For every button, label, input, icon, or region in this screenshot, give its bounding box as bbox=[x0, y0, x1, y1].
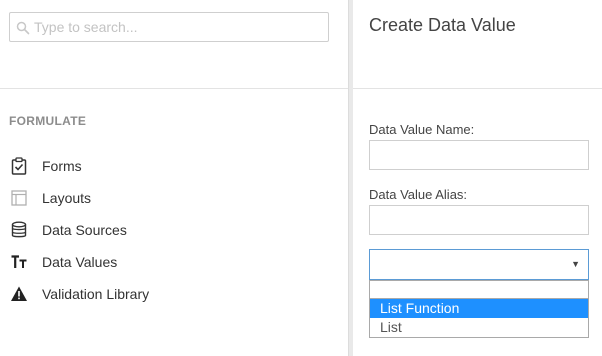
sidebar-item-data-values[interactable]: Data Values bbox=[0, 246, 348, 278]
clipboard-check-icon bbox=[9, 156, 29, 176]
type-select[interactable]: ▼ bbox=[369, 249, 589, 280]
text-size-icon bbox=[9, 252, 29, 272]
data-value-alias-label: Data Value Alias: bbox=[369, 187, 468, 202]
sidebar-item-label: Validation Library bbox=[42, 286, 150, 302]
data-value-name-label: Data Value Name: bbox=[369, 122, 475, 137]
page-title: Create Data Value bbox=[369, 15, 516, 35]
left-panel: FORMULATE Forms Layouts bbox=[0, 0, 348, 356]
sidebar-item-layouts[interactable]: Layouts bbox=[0, 182, 348, 214]
caret-down-icon: ▼ bbox=[571, 259, 580, 269]
dropdown-filter-input[interactable] bbox=[370, 280, 588, 299]
data-value-name-input[interactable] bbox=[369, 140, 589, 170]
sidebar-nav: Forms Layouts Data Sources Data Values V… bbox=[0, 150, 348, 310]
sidebar-item-data-sources[interactable]: Data Sources bbox=[0, 214, 348, 246]
layout-icon bbox=[9, 188, 29, 208]
data-value-alias-input[interactable] bbox=[369, 205, 589, 235]
sidebar-item-validation-library[interactable]: Validation Library bbox=[0, 278, 348, 310]
database-icon bbox=[9, 220, 29, 240]
search-icon bbox=[16, 21, 30, 35]
form-header: Create Data Value bbox=[353, 0, 602, 89]
sidebar-item-label: Layouts bbox=[42, 190, 92, 206]
dropdown-option-list-function[interactable]: List Function bbox=[370, 299, 588, 318]
search-box[interactable] bbox=[9, 12, 329, 42]
dropdown-option-list[interactable]: List bbox=[370, 318, 588, 337]
right-panel: Create Data Value Data Value Name: Data … bbox=[353, 0, 602, 356]
section-title: FORMULATE bbox=[9, 114, 87, 128]
search-header bbox=[0, 0, 348, 89]
sidebar-item-label: Data Sources bbox=[42, 222, 127, 238]
sidebar-item-forms[interactable]: Forms bbox=[0, 150, 348, 182]
sidebar-item-label: Forms bbox=[42, 158, 82, 174]
type-dropdown-list: List Function List bbox=[369, 280, 589, 338]
search-input[interactable] bbox=[34, 13, 324, 41]
sidebar-item-label: Data Values bbox=[42, 254, 118, 270]
warning-icon bbox=[9, 284, 29, 304]
